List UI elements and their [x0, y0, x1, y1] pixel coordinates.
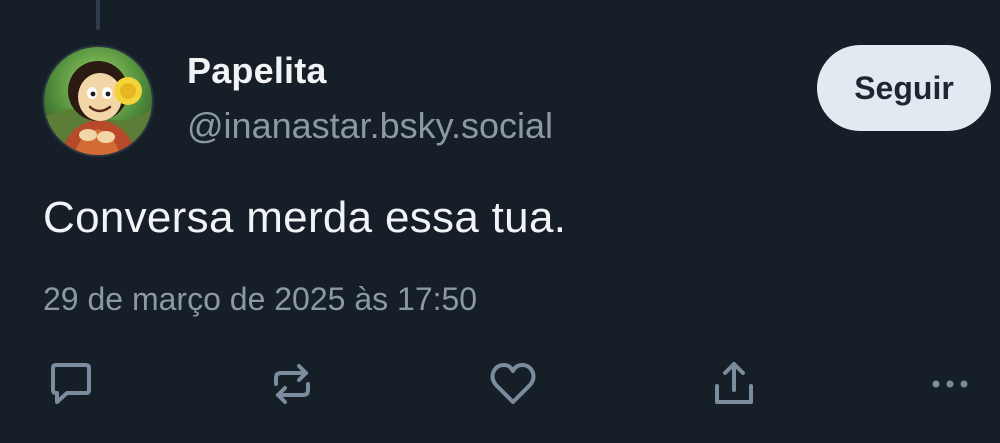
reply-icon [51, 363, 91, 404]
post-card: Papelita @inanastar.bsky.social Seguir C… [0, 0, 1000, 443]
repost-icon [274, 364, 310, 404]
reply-button[interactable] [43, 356, 99, 412]
avatar-image-icon [44, 47, 152, 155]
more-options-button[interactable] [922, 356, 978, 412]
avatar[interactable] [42, 45, 154, 157]
thread-connector-line [96, 0, 100, 30]
post-timestamp[interactable]: 29 de março de 2025 às 17:50 [43, 281, 477, 318]
more-options-icon [932, 380, 968, 388]
share-button[interactable] [706, 356, 762, 412]
like-button[interactable] [485, 356, 541, 412]
repost-button[interactable] [264, 356, 320, 412]
display-name[interactable]: Papelita [187, 50, 327, 92]
post-text: Conversa merda essa tua. [43, 193, 567, 242]
user-handle[interactable]: @inanastar.bsky.social [187, 105, 553, 147]
follow-button[interactable]: Seguir [817, 45, 991, 131]
share-icon [715, 362, 753, 404]
like-icon [490, 363, 536, 404]
